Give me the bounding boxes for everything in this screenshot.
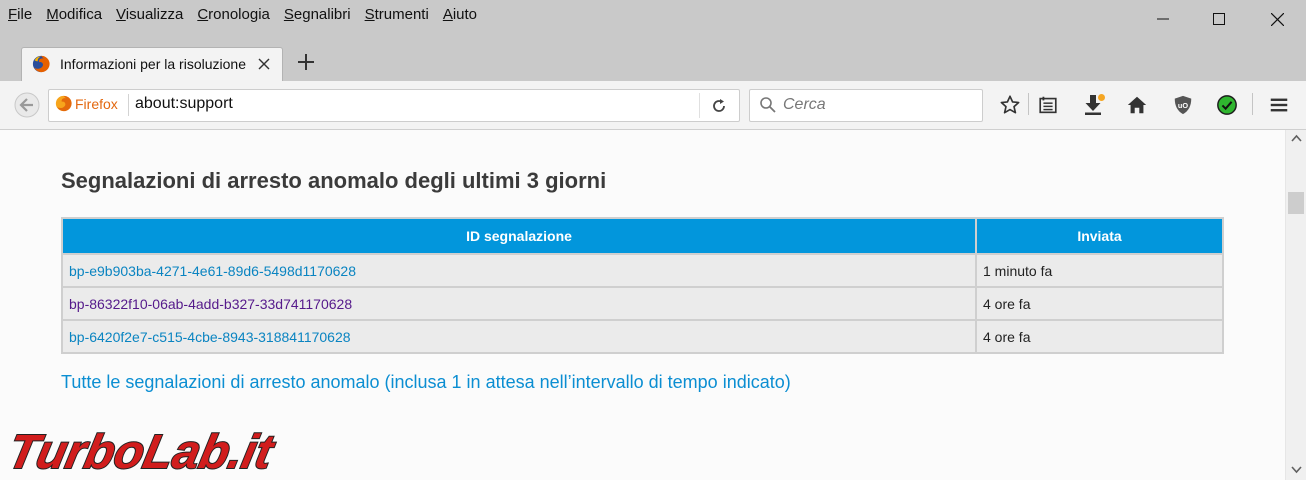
maximize-button[interactable] (1196, 6, 1242, 32)
search-placeholder: Cerca (783, 96, 826, 113)
menu-item-strumenti[interactable]: Strumenti (365, 6, 429, 23)
toolbar-separator (1028, 93, 1029, 115)
identity-label: Firefox (75, 95, 118, 112)
downloads-button[interactable] (1082, 93, 1106, 117)
menu-item-segnalibri[interactable]: Segnalibri (284, 6, 351, 23)
home-icon (1127, 96, 1147, 114)
column-header-sent: Inviata (975, 217, 1224, 255)
table-row: bp-e9b903ba-4271-4e61-89d6-5498d1170628 … (61, 253, 1224, 288)
column-header-report-id: ID segnalazione (61, 217, 977, 255)
bookmarks-list-icon (1039, 96, 1057, 114)
svg-text:TurboLab.it: TurboLab.it (3, 425, 279, 478)
menu-item-file[interactable]: File (8, 6, 32, 23)
close-window-button[interactable] (1254, 6, 1300, 32)
report-id-cell: bp-6420f2e7-c515-4cbe-8943-318841170628 (61, 319, 977, 354)
menu-item-cronologia[interactable]: Cronologia (197, 6, 270, 23)
download-badge-icon (1098, 94, 1105, 101)
bookmark-star-button[interactable] (998, 93, 1022, 117)
report-id-link[interactable]: bp-e9b903ba-4271-4e61-89d6-5498d1170628 (69, 263, 356, 279)
sent-time-cell: 4 ore fa (975, 286, 1224, 321)
sent-time-cell: 4 ore fa (975, 319, 1224, 354)
search-bar[interactable]: Cerca (749, 89, 983, 122)
url-separator (699, 93, 700, 118)
open-menu-button[interactable] (1267, 93, 1291, 117)
new-tab-plus-icon[interactable] (294, 50, 318, 74)
bookmarks-menu-button[interactable] (1036, 93, 1060, 117)
ublock-origin-button[interactable]: uO (1171, 93, 1195, 117)
menu-item-aiuto[interactable]: Aiuto (443, 6, 477, 23)
navigation-toolbar: Firefox about:support Cerca uO (0, 81, 1306, 130)
tab-close-icon[interactable] (254, 54, 274, 74)
report-id-link[interactable]: bp-6420f2e7-c515-4cbe-8943-318841170628 (69, 329, 351, 345)
crash-reports-table: ID segnalazione Inviata bp-e9b903ba-4271… (61, 217, 1224, 354)
close-icon (1270, 12, 1284, 26)
url-text[interactable]: about:support (135, 95, 233, 113)
reload-icon[interactable] (709, 96, 729, 116)
firefox-logo-icon (32, 55, 50, 73)
url-bar[interactable]: Firefox about:support (48, 89, 740, 122)
scroll-up-arrow-icon[interactable] (1291, 134, 1302, 142)
minimize-icon (1157, 18, 1169, 20)
all-crash-reports-link[interactable]: Tutte le segnalazioni di arresto anomalo… (61, 372, 791, 393)
firefox-logo-icon (55, 95, 72, 112)
turbolab-watermark-logo: TurboLab.it (2, 424, 280, 479)
home-button[interactable] (1125, 93, 1149, 117)
svg-text:uO: uO (1178, 101, 1188, 110)
sent-time-cell: 1 minuto fa (975, 253, 1224, 288)
ublock-shield-icon: uO (1174, 95, 1192, 115)
star-icon (1000, 95, 1020, 114)
url-separator (128, 94, 129, 116)
tab-title: Informazioni per la risoluzione dei prob… (60, 56, 250, 72)
download-arrow-icon (1085, 94, 1105, 115)
minimize-button[interactable] (1140, 6, 1186, 32)
toolbar-separator (1252, 93, 1253, 115)
tab-strip: Informazioni per la risoluzione dei prob… (0, 34, 1306, 82)
report-id-cell: bp-86322f10-06ab-4add-b327-33d741170628 (61, 286, 977, 321)
table-row: bp-6420f2e7-c515-4cbe-8943-318841170628 … (61, 319, 1224, 354)
scroll-down-arrow-icon[interactable] (1291, 466, 1302, 474)
identity-box[interactable]: Firefox (55, 95, 118, 112)
tab-troubleshooting[interactable]: Informazioni per la risoluzione dei prob… (21, 47, 283, 82)
menu-item-modifica[interactable]: Modifica (46, 6, 102, 23)
menu-list: File Modifica Visualizza Cronologia Segn… (8, 6, 491, 23)
report-id-link[interactable]: bp-86322f10-06ab-4add-b327-33d741170628 (69, 296, 352, 312)
menu-item-visualizza[interactable]: Visualizza (116, 6, 183, 23)
vertical-scrollbar[interactable] (1285, 130, 1306, 480)
hamburger-menu-icon (1270, 98, 1288, 112)
table-row: bp-86322f10-06ab-4add-b327-33d741170628 … (61, 286, 1224, 321)
report-id-cell: bp-e9b903ba-4271-4e61-89d6-5498d1170628 (61, 253, 977, 288)
extension-check-button[interactable] (1215, 93, 1239, 117)
menu-bar: File Modifica Visualizza Cronologia Segn… (0, 0, 1306, 34)
back-arrow-icon[interactable] (14, 92, 40, 118)
table-header-row: ID segnalazione Inviata (61, 217, 1224, 255)
page-heading: Segnalazioni di arresto anomalo degli ul… (61, 168, 607, 193)
green-check-icon (1217, 95, 1237, 115)
maximize-icon (1213, 13, 1225, 25)
search-icon (760, 97, 776, 113)
scrollbar-thumb[interactable] (1288, 192, 1304, 214)
